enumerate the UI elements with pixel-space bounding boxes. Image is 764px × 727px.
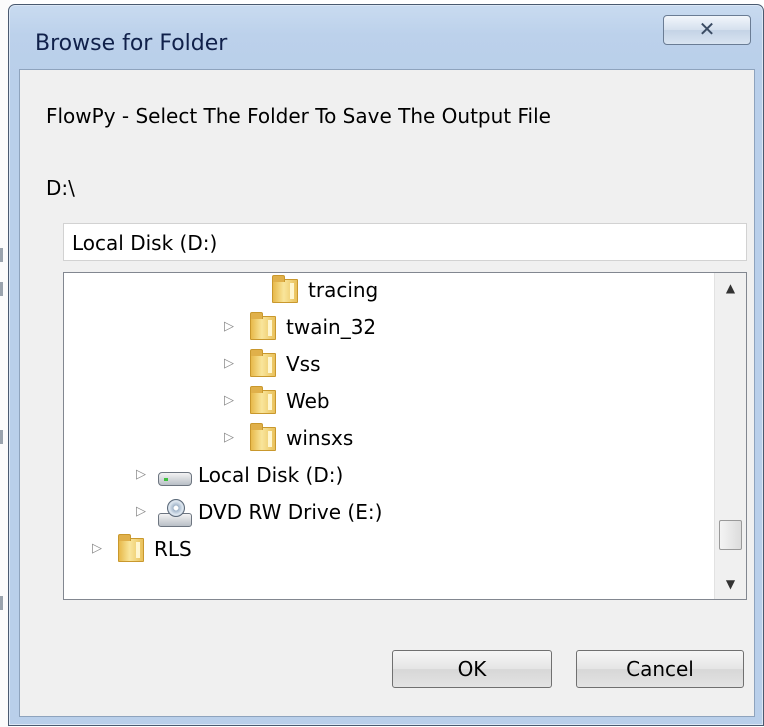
browse-for-folder-dialog: Browse for Folder ✕ FlowPy - Select The … [8,4,764,726]
tree-item-label: RLS [154,537,192,561]
tree-item-label: DVD RW Drive (E:) [198,500,383,524]
expand-arrow-icon[interactable]: ▷ [92,541,108,557]
folder-icon [246,312,280,342]
folder-icon [114,534,148,564]
title-bar[interactable]: Browse for Folder ✕ [9,5,763,75]
tree-item-label: Vss [286,352,321,376]
arrow-down-icon: ▼ [725,577,736,591]
tree-item-label: tracing [308,278,379,302]
scroll-down-button[interactable]: ▼ [715,569,746,599]
expand-arrow-icon[interactable]: ▷ [224,356,240,372]
folder-name-field[interactable]: Local Disk (D:) [63,223,747,261]
close-icon: ✕ [698,17,716,41]
window-title: Browse for Folder [35,31,228,56]
arrow-up-icon: ▲ [725,281,736,295]
ok-button[interactable]: OK [392,650,552,688]
dvd-drive-icon [158,497,192,527]
folder-icon [246,423,280,453]
folder-tree[interactable]: tracing ▷ twain_32 ▷ Vss ▷ Web ▷ winsxs [63,272,747,600]
dialog-client-area: FlowPy - Select The Folder To Save The O… [19,69,755,717]
scroll-up-button[interactable]: ▲ [715,273,746,303]
scroll-thumb[interactable] [719,520,742,550]
expand-arrow-icon[interactable]: ▷ [224,430,240,446]
expand-arrow-icon[interactable]: ▷ [224,319,240,335]
expand-arrow-icon[interactable]: ▷ [224,393,240,409]
cancel-button[interactable]: Cancel [576,650,744,688]
hard-disk-icon [158,460,192,490]
tree-item-label: Web [286,389,330,413]
tree-item-label: Local Disk (D:) [198,463,344,487]
folder-icon [246,386,280,416]
folder-icon [268,275,302,305]
dialog-prompt: FlowPy - Select The Folder To Save The O… [46,104,551,128]
expand-arrow-icon[interactable]: ▷ [136,467,152,483]
vertical-scrollbar[interactable]: ▲ ▼ [714,273,746,599]
current-path: D:\ [46,176,75,200]
expand-arrow-icon[interactable]: ▷ [136,504,152,520]
folder-icon [246,349,280,379]
tree-item-label: winsxs [286,426,354,450]
close-button[interactable]: ✕ [663,15,751,45]
tree-item-label: twain_32 [286,315,377,339]
